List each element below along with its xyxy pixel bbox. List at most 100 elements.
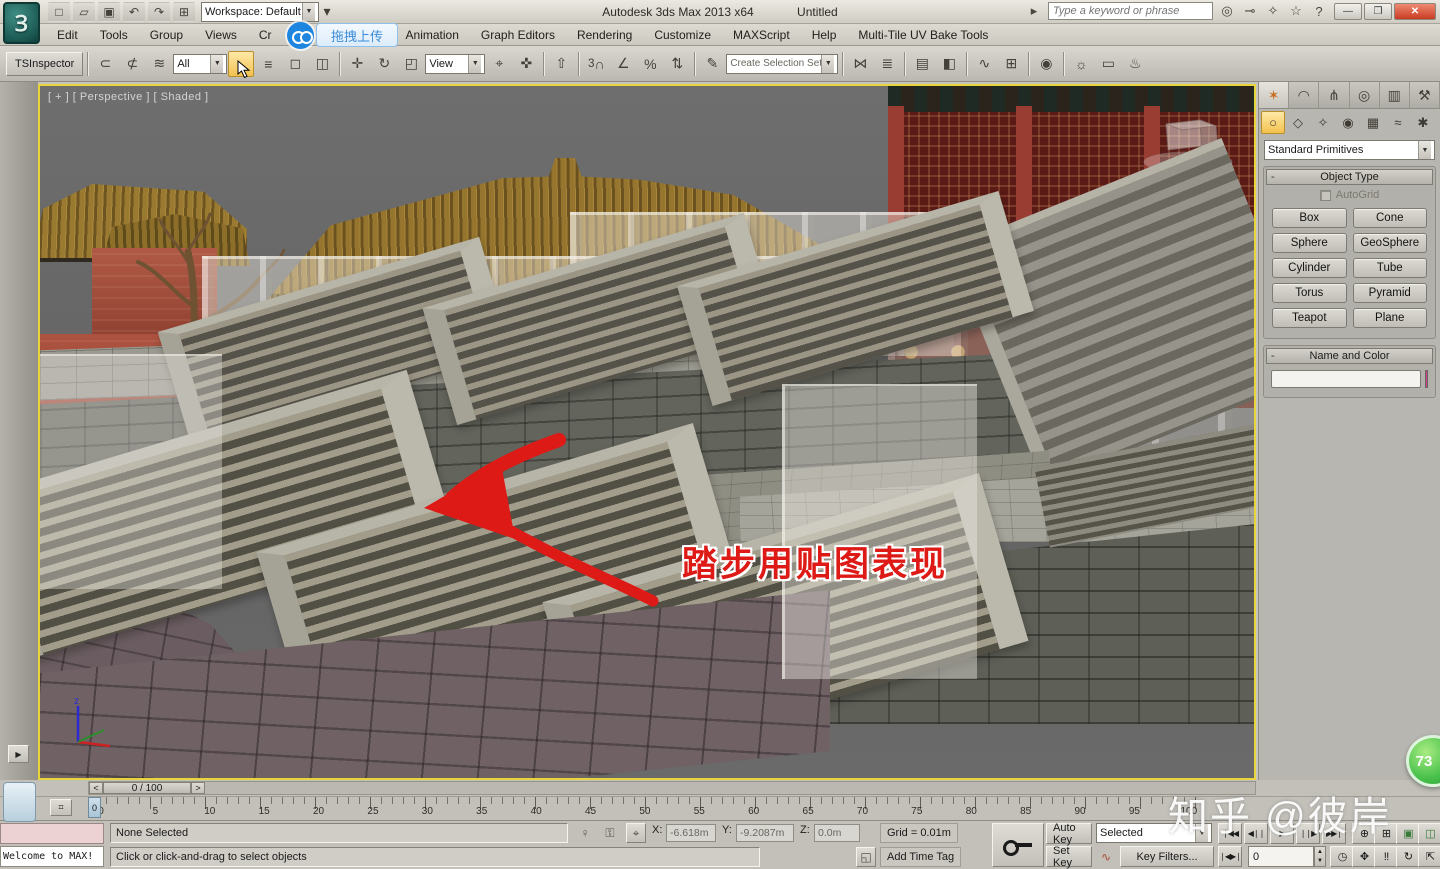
rendered-frame-window-icon[interactable]: ▭ [1095, 51, 1121, 77]
align-icon[interactable]: ≣ [874, 51, 900, 77]
key-mode-toggle-button[interactable]: ❘◀▶❘ [1218, 846, 1242, 867]
select-and-manipulate-icon[interactable]: ✜ [513, 51, 539, 77]
search-input[interactable] [1048, 2, 1213, 20]
help-icon[interactable]: ? [1310, 4, 1328, 19]
scene-explorer-icon[interactable]: ◧ [936, 51, 962, 77]
menu-views[interactable]: Views [194, 25, 248, 45]
zoom-extents-all-icon[interactable]: ◫ [1418, 823, 1440, 844]
selection-lock-lightbulb-icon[interactable]: ♀ [575, 823, 595, 843]
menu-multitile-uv-bake-tools[interactable]: Multi-Tile UV Bake Tools [847, 25, 999, 45]
isolate-selection-icon[interactable]: ◱ [856, 847, 876, 867]
box-button[interactable]: Box [1272, 208, 1347, 228]
menu-rendering[interactable]: Rendering [566, 25, 643, 45]
menu-maxscript[interactable]: MAXScript [722, 25, 801, 45]
window-crossing-toggle-icon[interactable]: ◫ [309, 51, 335, 77]
teapot-button[interactable]: Teapot [1272, 308, 1347, 328]
time-slider-handle[interactable]: < 0 / 100 > [89, 782, 205, 794]
new-scene-button[interactable]: □ [48, 1, 70, 22]
mirror-icon[interactable]: ⋈ [847, 51, 873, 77]
viewport-label[interactable]: [ + ] [ Perspective ] [ Shaded ] [48, 91, 209, 103]
subtab-lights-icon[interactable]: ✧ [1311, 111, 1335, 134]
unlink-selection-icon[interactable]: ⊄ [119, 51, 145, 77]
menu-tools[interactable]: Tools [89, 25, 139, 45]
tab-hierarchy-icon[interactable]: ⋔ [1319, 82, 1350, 108]
rectangular-selection-region-icon[interactable]: ◻ [282, 51, 308, 77]
project-folder-button[interactable]: ⊞ [173, 1, 195, 22]
add-time-tag-button[interactable]: Add Time Tag [880, 847, 962, 867]
curve-editor-icon[interactable]: ∿ [971, 51, 997, 77]
app-logo-button[interactable]: Ɜ [3, 2, 40, 44]
restore-button[interactable]: ❐ [1364, 3, 1392, 20]
walk-through-icon[interactable]: ‼ [1374, 846, 1398, 867]
menu-create[interactable]: Cr [248, 25, 283, 45]
subscription-key-icon[interactable]: ⊸ [1241, 3, 1259, 19]
subtab-spacewarps-icon[interactable]: ≈ [1386, 111, 1410, 134]
pyramid-button[interactable]: Pyramid [1352, 283, 1427, 303]
time-slider-track[interactable]: < 0 / 100 > [88, 781, 1256, 795]
current-frame-field[interactable]: 0 [1248, 846, 1314, 867]
name-and-color-header[interactable]: - Name and Color [1266, 348, 1433, 364]
sphere-button[interactable]: Sphere [1272, 233, 1347, 253]
keyboard-shortcut-override-icon[interactable]: ⇧ [548, 51, 574, 77]
undo-button[interactable]: ↶ [123, 1, 145, 22]
select-and-move-icon[interactable]: ✛ [344, 51, 370, 77]
bind-to-space-warp-icon[interactable]: ≋ [146, 51, 172, 77]
angle-snap-toggle-icon[interactable]: ∠ [610, 51, 636, 77]
tab-create-icon[interactable]: ✶ [1259, 82, 1290, 108]
snaps-toggle-icon[interactable]: 3 ∩ [583, 51, 609, 77]
tsinspector-button[interactable]: TSInspector [6, 51, 84, 76]
frame-spinner[interactable]: ▲ ▼ [1314, 846, 1326, 867]
search-icon[interactable]: ◎ [1218, 3, 1236, 19]
named-selection-sets-combo[interactable]: Create Selection Set ▼ [726, 53, 839, 74]
spinner-up-icon[interactable]: ▲ [1317, 849, 1323, 855]
geosphere-button[interactable]: GeoSphere [1352, 233, 1427, 253]
tab-utilities-icon[interactable]: ⚒ [1409, 82, 1440, 108]
pan-view-icon[interactable]: ✥ [1352, 846, 1376, 867]
menu-edit[interactable]: Edit [46, 25, 89, 45]
spinner-snap-toggle-icon[interactable]: ⇅ [664, 51, 690, 77]
key-filter-curve-icon[interactable]: ∿ [1096, 847, 1116, 867]
maximize-viewport-toggle-icon[interactable]: ⇱ [1418, 846, 1440, 867]
search-flyout-icon[interactable]: ▸ [1025, 3, 1043, 19]
material-editor-icon[interactable]: ◉ [1033, 51, 1059, 77]
mini-trackbar-toggle-icon[interactable]: ⌗ [50, 799, 72, 816]
expand-panel-button[interactable]: ▶ [8, 745, 29, 763]
object-name-field[interactable] [1271, 370, 1421, 388]
next-frame-arrow[interactable]: > [191, 782, 205, 794]
communication-center-icon[interactable]: ✧ [1264, 3, 1282, 19]
workspace-dropdown[interactable]: Workspace: Default ▼ [201, 1, 319, 22]
select-by-name-icon[interactable]: ≡ [255, 51, 281, 77]
torus-button[interactable]: Torus [1272, 283, 1347, 303]
cylinder-button[interactable]: Cylinder [1272, 258, 1347, 278]
select-object-button[interactable] [228, 50, 255, 78]
tab-display-icon[interactable]: ▥ [1379, 82, 1410, 108]
spinner-down-icon[interactable]: ▼ [1317, 858, 1323, 864]
object-color-swatch[interactable] [1425, 370, 1428, 388]
plane-button[interactable]: Plane [1352, 308, 1427, 328]
menu-graph-editors[interactable]: Graph Editors [470, 25, 566, 45]
schematic-view-icon[interactable]: ⊞ [998, 51, 1024, 77]
z-coordinate-field[interactable]: 0.0m [814, 824, 860, 842]
lock-icon[interactable]: ⚿ [600, 823, 620, 843]
absolute-mode-transform-icon[interactable]: ⌖ [626, 823, 646, 843]
toolbar-overflow-button[interactable]: ▾ [319, 0, 335, 25]
menu-customize[interactable]: Customize [643, 25, 722, 45]
menu-animation[interactable]: Animation [395, 25, 470, 45]
trackbar-frame-indicator[interactable]: 0 [88, 797, 101, 818]
open-file-button[interactable]: ▱ [73, 1, 95, 22]
geometry-category-dropdown[interactable]: Standard Primitives ▼ [1264, 140, 1435, 160]
save-file-button[interactable]: ▣ [98, 1, 120, 22]
object-type-header[interactable]: - Object Type [1266, 169, 1433, 185]
set-keys-button[interactable] [992, 823, 1044, 867]
orbit-icon[interactable]: ↻ [1396, 846, 1420, 867]
tube-button[interactable]: Tube [1352, 258, 1427, 278]
subtab-geometry-icon[interactable]: ○ [1261, 111, 1285, 134]
select-and-link-icon[interactable]: ⊂ [92, 51, 118, 77]
cone-button[interactable]: Cone [1352, 208, 1427, 228]
previous-frame-arrow[interactable]: < [89, 782, 103, 794]
reference-coordinate-system-dropdown[interactable]: View ▼ [425, 53, 486, 74]
set-key-button[interactable]: Set Key [1046, 845, 1092, 869]
key-filters-button[interactable]: Key Filters... [1120, 846, 1214, 867]
perspective-viewport[interactable]: [ + ] [ Perspective ] [ Shaded ] z 踏步用贴图… [40, 86, 1254, 778]
render-production-icon[interactable]: ♨ [1122, 51, 1148, 77]
